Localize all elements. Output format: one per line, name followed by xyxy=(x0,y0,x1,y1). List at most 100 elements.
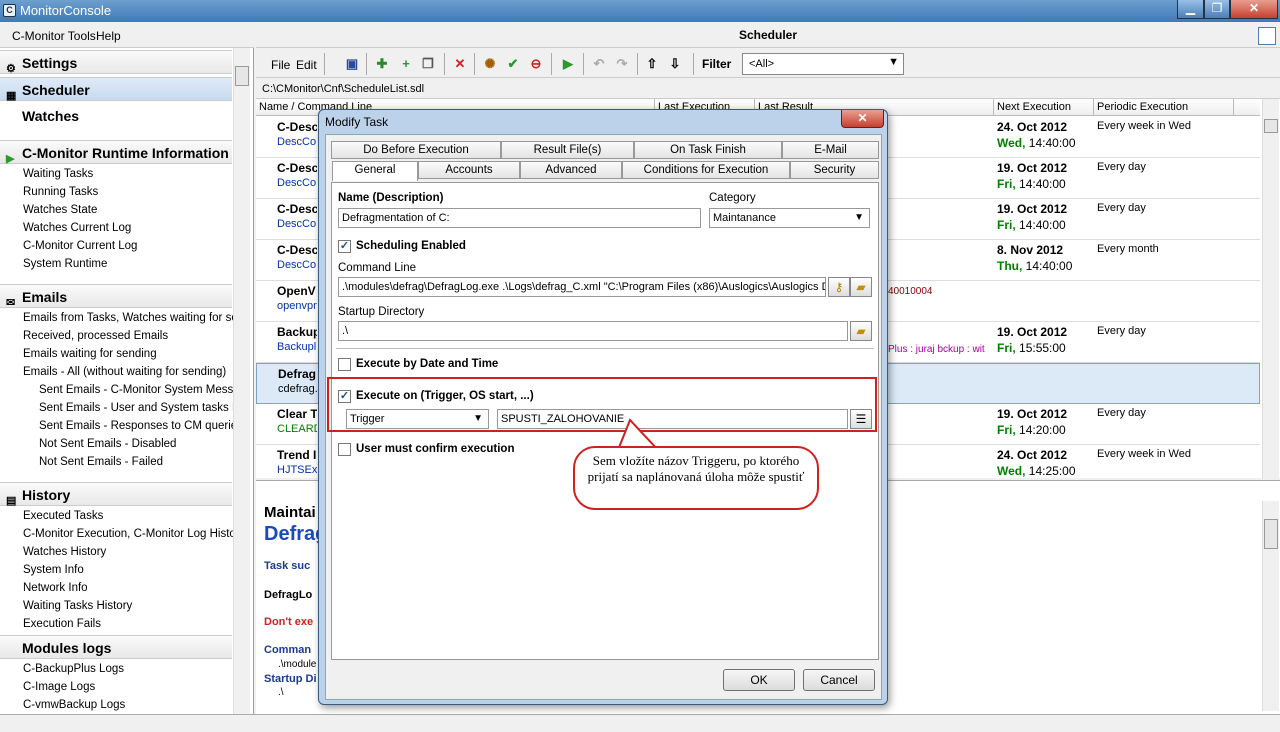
tab-security[interactable]: Security xyxy=(790,161,879,179)
move-up-icon[interactable]: ⇧ xyxy=(644,56,660,72)
sidebar-item-executed-tasks[interactable]: Executed Tasks xyxy=(23,510,233,522)
disable-icon[interactable]: ⊖ xyxy=(528,56,544,72)
category-select[interactable]: Maintanance ▼ xyxy=(709,208,870,228)
sidebar-item-waiting-tasks-history[interactable]: Waiting Tasks History xyxy=(23,600,233,612)
annotation-callout: Sem vložíte názov Triggeru, po ktorého p… xyxy=(573,446,819,510)
filter-select[interactable]: <All> ▼ xyxy=(742,53,904,75)
tab-conditions[interactable]: Conditions for Execution xyxy=(622,161,790,179)
maximize-button[interactable]: ❐ xyxy=(1204,0,1230,19)
toolbar-separator xyxy=(637,53,638,75)
key-icon[interactable]: ⚷ xyxy=(828,277,850,297)
menu-help[interactable]: Help xyxy=(96,29,121,43)
tab-do-before-execution[interactable]: Do Before Execution xyxy=(331,141,501,159)
tab-on-task-finish[interactable]: On Task Finish xyxy=(634,141,782,159)
sidebar-item-backupplus-logs[interactable]: C-BackupPlus Logs xyxy=(23,663,233,675)
enable-check-icon[interactable]: ✔ xyxy=(505,56,521,72)
dialog-title: Modify Task xyxy=(325,115,389,129)
sidebar-section-runtime[interactable]: ▶ C-Monitor Runtime Information xyxy=(0,140,232,165)
sidebar-item-system-runtime[interactable]: System Runtime xyxy=(23,258,233,270)
sidebar-item-waiting-tasks[interactable]: Waiting Tasks xyxy=(23,168,233,180)
run-icon[interactable]: ▶ xyxy=(560,56,576,72)
name-label: Name (Description) xyxy=(338,192,444,204)
user-confirm-checkbox[interactable] xyxy=(338,443,351,456)
sidebar-item-watches-history[interactable]: Watches History xyxy=(23,546,233,558)
command-line-label: Command Line xyxy=(338,262,416,274)
dialog-close-button[interactable]: ✕ xyxy=(841,110,884,128)
tab-accounts[interactable]: Accounts xyxy=(418,161,520,179)
sidebar-item-sent-user[interactable]: Sent Emails - User and System tasks Resu… xyxy=(39,402,233,414)
detail-status: Task suc xyxy=(264,560,311,572)
scrollbar-thumb[interactable] xyxy=(235,66,249,86)
close-button[interactable]: ✕ xyxy=(1230,0,1278,19)
sidebar-item-not-sent-failed[interactable]: Not Sent Emails - Failed xyxy=(39,456,233,468)
sidebar-section-watches[interactable]: Watches xyxy=(0,104,232,128)
copy-icon[interactable]: ❐ xyxy=(420,56,436,72)
sidebar-item-network-info[interactable]: Network Info xyxy=(23,582,233,594)
sidebar-section-history[interactable]: ▤ History xyxy=(0,482,232,507)
sidebar-scrollbar[interactable] xyxy=(233,48,250,714)
scrollbar-thumb[interactable] xyxy=(1264,119,1278,133)
sidebar-section-settings[interactable]: ⚙ Settings xyxy=(0,50,232,75)
detail-command-label: Comman xyxy=(264,644,312,656)
undo-icon[interactable]: ↶ xyxy=(591,56,607,72)
command-line-input[interactable]: .\modules\defrag\DefragLog.exe .\Logs\de… xyxy=(338,277,826,297)
edit-menu[interactable]: Edit xyxy=(296,58,317,72)
sidebar-item-emails-all[interactable]: Emails - All (without waiting for sendin… xyxy=(23,366,233,378)
detail-warning: Don't exe xyxy=(264,616,314,628)
toolbar-separator xyxy=(474,53,475,75)
scheduling-enabled-label: Scheduling Enabled xyxy=(356,240,466,252)
delete-icon[interactable]: ✕ xyxy=(452,56,468,72)
settings-icon[interactable]: ✺ xyxy=(482,56,498,72)
detail-scrollbar[interactable] xyxy=(1262,501,1279,711)
sidebar-item-execution-fails[interactable]: Execution Fails xyxy=(23,618,233,630)
menu-cmonitor-tools[interactable]: C-Monitor Tools xyxy=(12,29,96,43)
sidebar-item-not-sent-disabled[interactable]: Not Sent Emails - Disabled xyxy=(39,438,233,450)
envelope-icon: ✉ xyxy=(6,297,16,309)
app-icon: C xyxy=(3,4,16,17)
open-folder-icon[interactable]: ▰ xyxy=(850,277,872,297)
toolbar-separator xyxy=(583,53,584,75)
window-title-bar: C MonitorConsole ▁ ❐ ✕ xyxy=(0,0,1280,22)
tab-general[interactable]: General xyxy=(332,161,418,181)
sidebar-item-running-tasks[interactable]: Running Tasks xyxy=(23,186,233,198)
cancel-button[interactable]: Cancel xyxy=(803,669,875,691)
sidebar-item-watches-state[interactable]: Watches State xyxy=(23,204,233,216)
sidebar-item-vmwbackup-logs[interactable]: C-vmwBackup Logs xyxy=(23,699,233,711)
minimize-button[interactable]: ▁ xyxy=(1177,0,1204,19)
tab-result-files[interactable]: Result File(s) xyxy=(501,141,634,159)
sidebar-section-emails[interactable]: ✉ Emails xyxy=(0,284,232,309)
toolbar: File Edit ▣ ✚ + ❐ ✕ ✺ ✔ ⊖ ▶ ↶ ↷ ⇧ ⇩ Filt… xyxy=(256,50,1280,78)
sidebar-item-system-info[interactable]: System Info xyxy=(23,564,233,576)
sidebar-section-modules-logs[interactable]: Modules logs xyxy=(0,635,232,659)
folder-icon[interactable]: ▰ xyxy=(850,321,872,341)
sidebar-item-emails-waiting[interactable]: Emails from Tasks, Watches waiting for s… xyxy=(23,312,233,324)
sidebar-section-scheduler[interactable]: ▦ Scheduler xyxy=(0,77,232,102)
column-header-next-execution[interactable]: Next Execution xyxy=(997,101,1071,113)
scheduling-enabled-checkbox[interactable]: ✓ xyxy=(338,240,351,253)
sidebar-item-watches-current-log[interactable]: Watches Current Log xyxy=(23,222,233,234)
new-task-icon[interactable]: ✚ xyxy=(374,56,390,72)
grid-scrollbar[interactable] xyxy=(1262,99,1279,479)
tab-advanced[interactable]: Advanced xyxy=(520,161,622,179)
file-menu[interactable]: File xyxy=(271,58,290,72)
save-icon[interactable]: ▣ xyxy=(344,56,360,72)
sidebar-item-emails-for-sending[interactable]: Emails waiting for sending xyxy=(23,348,233,360)
sidebar-item-received-emails[interactable]: Received, processed Emails xyxy=(23,330,233,342)
sidebar-item-sent-system[interactable]: Sent Emails - C-Monitor System Messages xyxy=(39,384,233,396)
sidebar-item-execution-history[interactable]: C-Monitor Execution, C-Monitor Log Histo… xyxy=(23,528,233,540)
tab-email[interactable]: E-Mail xyxy=(782,141,879,159)
execute-by-date-checkbox[interactable] xyxy=(338,358,351,371)
detail-startup-label: Startup Di xyxy=(264,673,317,685)
sidebar-item-sent-responses[interactable]: Sent Emails - Responses to CM queries xyxy=(39,420,233,432)
sidebar-item-cmonitor-current-log[interactable]: C-Monitor Current Log xyxy=(23,240,233,252)
sidebar-item-image-logs[interactable]: C-Image Logs xyxy=(23,681,233,693)
redo-icon[interactable]: ↷ xyxy=(614,56,630,72)
scrollbar-thumb[interactable] xyxy=(1264,519,1278,549)
startup-directory-input[interactable]: .\ xyxy=(338,321,848,341)
scheduler-header: Scheduler xyxy=(256,22,1280,48)
add-icon[interactable]: + xyxy=(398,56,414,72)
column-header-periodic[interactable]: Periodic Execution xyxy=(1097,101,1188,113)
move-down-icon[interactable]: ⇩ xyxy=(667,56,683,72)
ok-button[interactable]: OK xyxy=(723,669,795,691)
name-input[interactable]: Defragmentation of C: xyxy=(338,208,701,228)
